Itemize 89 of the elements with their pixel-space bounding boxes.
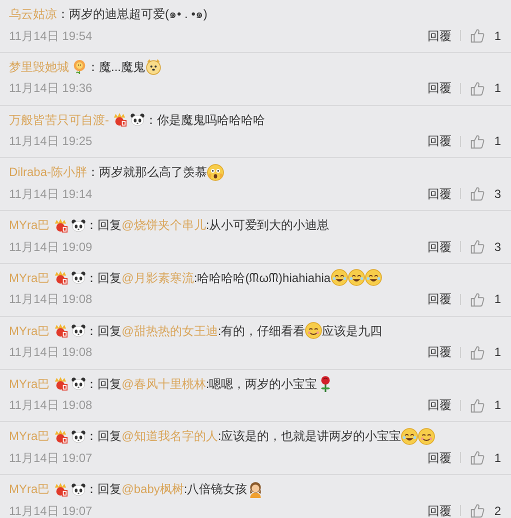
reply-link[interactable]: 回覆: [427, 290, 452, 308]
reply-link[interactable]: 回覆: [427, 396, 452, 414]
reply-link[interactable]: 回覆: [427, 184, 452, 203]
user-name[interactable]: MYra巴: [9, 320, 50, 341]
like-count: 3: [494, 238, 501, 256]
like-count: 1: [494, 344, 501, 362]
panda-icon: [130, 112, 145, 128]
like-count: 1: [494, 397, 501, 414]
comment-text: ：魔...魔鬼: [87, 56, 162, 77]
user-name[interactable]: MYra巴: [9, 268, 50, 288]
comment-time: 11月14日 19:07: [9, 502, 92, 518]
comment-time: 11月14日 19:08: [9, 291, 92, 308]
flower-badge-icon: [72, 59, 87, 74]
comment-text: ：你是魔鬼吗哈哈哈哈: [145, 112, 265, 129]
mention-link[interactable]: @baby枫树: [122, 479, 184, 500]
panda-icon: [70, 482, 86, 497]
panda-icon: [70, 428, 86, 444]
reply-link[interactable]: 回覆: [427, 502, 452, 518]
comment-text: ：回复@月影素寒流:哈哈哈哈(ᙏωᙏ)hiahiahia: [86, 268, 382, 288]
laughing-face-icon: [401, 428, 418, 445]
reply-link[interactable]: 回覆: [427, 238, 452, 256]
crown-badge-icon: [52, 428, 68, 444]
reply-link[interactable]: 回覆: [427, 343, 452, 362]
crown-badge-icon: [52, 323, 68, 338]
user-name[interactable]: 乌云姑凉: [9, 4, 57, 24]
like-count: 1: [494, 133, 501, 150]
user-name[interactable]: MYra巴: [9, 479, 50, 500]
comment-time: 11月14日 19:08: [9, 397, 92, 414]
comment-text: ：两岁就那么高了羡慕: [87, 162, 224, 182]
comment-time: 11月14日 19:07: [9, 450, 92, 467]
comment-text: ：回复@春风十里桃林:嗯嗯，两岁的小宝宝: [86, 374, 334, 394]
reply-link[interactable]: 回覆: [427, 132, 452, 150]
user-name[interactable]: 万般皆苦只可自渡-: [9, 110, 109, 130]
like-count: 1: [494, 80, 501, 98]
thumbs-up-icon[interactable]: [470, 134, 486, 149]
thumbs-up-icon[interactable]: [470, 186, 486, 202]
panda-icon: [70, 218, 86, 233]
mention-link[interactable]: @春风十里桃林: [122, 374, 206, 394]
thumbs-up-icon[interactable]: [470, 503, 486, 518]
user-name[interactable]: 梦里毁她城: [9, 56, 69, 77]
like-count: 2: [494, 502, 501, 518]
thumbs-up-icon[interactable]: [470, 344, 486, 360]
comment-time: 11月14日 19:36: [9, 80, 92, 98]
thumbs-up-icon[interactable]: [470, 450, 486, 466]
comment-text: ：回复@烧饼夹个串儿:从小可爱到大的小迪崽: [86, 215, 330, 236]
laughing-face-icon: [364, 269, 382, 286]
panda-icon: [70, 270, 86, 286]
comment-text: ：回复@baby枫树:八倍镜女孩: [86, 479, 264, 500]
user-name[interactable]: MYra巴: [9, 426, 50, 446]
mention-link[interactable]: @知道我名字的人: [122, 426, 218, 446]
thumbs-up-icon[interactable]: [470, 398, 486, 413]
crown-badge-icon: [52, 376, 68, 392]
smiling-face-icon: [305, 322, 322, 340]
thumbs-up-icon[interactable]: [470, 292, 486, 307]
panda-icon: [70, 376, 86, 392]
panda-icon: [70, 323, 86, 338]
mention-link[interactable]: @烧饼夹个串儿: [122, 215, 206, 236]
reply-link[interactable]: 回覆: [427, 448, 452, 467]
smiling-face-icon: [418, 428, 436, 445]
reply-link[interactable]: 回覆: [427, 26, 452, 44]
crown-badge-icon: [52, 218, 68, 233]
comment-time: 11月14日 19:08: [9, 344, 92, 362]
comment-text: ：两岁的迪崽超可爱(๑• . •๑): [57, 6, 208, 23]
shocked-face-icon: [207, 164, 224, 181]
laughing-face-icon: [348, 269, 365, 286]
mention-link[interactable]: @甜热热的女王迪: [122, 320, 218, 341]
crown-badge-icon: [52, 270, 68, 286]
thumbs-up-icon[interactable]: [470, 239, 486, 254]
thumbs-up-icon[interactable]: [470, 80, 486, 96]
like-count: 3: [494, 186, 501, 203]
dog-face-icon: [145, 58, 162, 76]
comment-time: 11月14日 19:54: [9, 28, 92, 44]
like-count: 1: [494, 291, 501, 308]
like-count: 1: [494, 450, 501, 467]
comment-time: 11月14日 19:14: [9, 186, 92, 203]
laughing-face-icon: [330, 269, 348, 286]
reply-link[interactable]: 回覆: [427, 79, 452, 98]
crown-badge-icon: [52, 482, 68, 497]
comment-time: 11月14日 19:09: [9, 238, 92, 256]
mention-link[interactable]: @月影素寒流: [122, 268, 194, 288]
comment-text: ：回复@知道我名字的人:应该是的，也就是讲两岁的小宝宝: [86, 426, 436, 446]
user-name[interactable]: Dilraba-陈小胖: [9, 162, 88, 182]
comment-time: 11月14日 19:25: [9, 133, 92, 150]
crown-badge-icon: [112, 112, 127, 128]
comment-text: ：回复@甜热热的女王迪:有的，仔细看看 应该是九四: [86, 320, 382, 341]
thumbs-up-icon[interactable]: [470, 28, 486, 43]
user-name[interactable]: MYra巴: [9, 374, 50, 394]
like-count: 1: [494, 28, 501, 44]
user-name[interactable]: MYra巴: [9, 215, 50, 236]
